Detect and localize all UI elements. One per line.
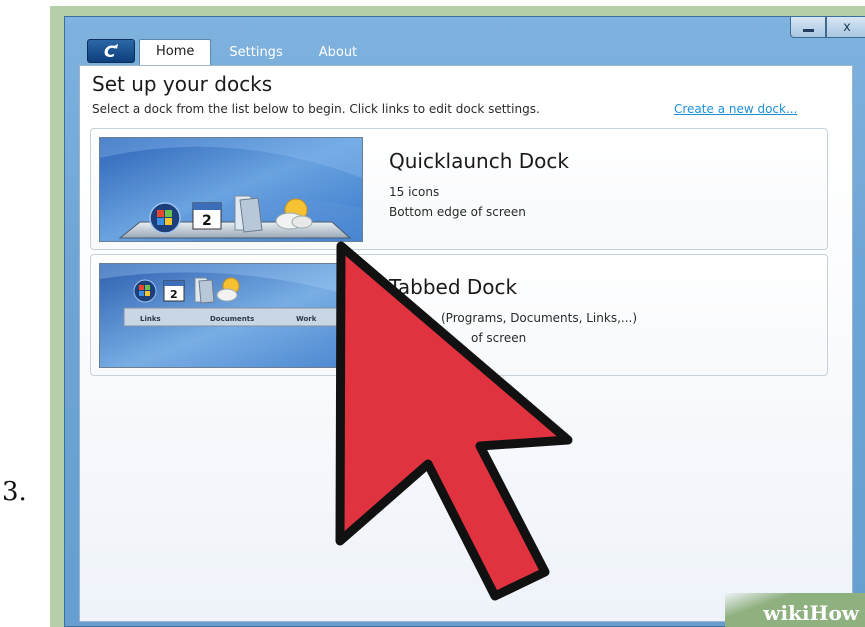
watermark-logo: wikiHow (763, 601, 859, 625)
windows-start-icon (133, 279, 157, 303)
thumb-tab-links: Links (140, 315, 161, 323)
thumb-tab-work: Work (296, 315, 317, 323)
svg-text:2: 2 (170, 288, 178, 301)
dock-position[interactable]: of screen (471, 331, 526, 345)
tab-bar: Home Settings About (139, 39, 375, 65)
dock-thumbnail-quicklaunch[interactable]: 2 (99, 137, 363, 242)
minimize-button[interactable] (790, 17, 826, 38)
minimize-icon (802, 28, 814, 32)
calendar-icon: 2 (163, 280, 185, 302)
window-controls: x (790, 17, 865, 38)
svg-text:C: C (104, 42, 116, 60)
screenshot-frame: x C Home Settings About Set up your dock… (50, 6, 865, 627)
thumb-tab-documents: Documents (210, 315, 254, 323)
app-window: x C Home Settings About Set up your dock… (64, 16, 865, 627)
tab-settings[interactable]: Settings (211, 41, 300, 65)
watermark-part2: How (809, 601, 859, 625)
main-panel: Set up your docks Select a dock from the… (79, 65, 853, 622)
close-button[interactable]: x (826, 17, 865, 38)
dock-tab-list[interactable]: (Programs, Documents, Links,...) (441, 311, 637, 325)
app-logo-button[interactable]: C (87, 39, 135, 63)
step-number: 3. (2, 477, 27, 507)
instructions-text: Select a dock from the list below to beg… (92, 102, 540, 116)
create-new-dock-link[interactable]: Create a new dock... (674, 102, 797, 116)
tab-about[interactable]: About (301, 41, 375, 65)
watermark-part1: wiki (763, 601, 810, 625)
watermark-background: wikiHow (725, 593, 865, 627)
page-title: Set up your docks (92, 72, 273, 96)
tab-home[interactable]: Home (139, 39, 212, 65)
windows-start-icon (149, 202, 181, 234)
dock-position[interactable]: Bottom edge of screen (389, 205, 526, 219)
dock-card-tabbed[interactable]: 2 Links Documents Work Tabbed Dock (Prog… (90, 254, 828, 376)
dock-name[interactable]: Tabbed Dock (389, 275, 517, 299)
app-logo-icon: C (104, 42, 118, 60)
dock-card-quicklaunch[interactable]: 2 Quicklaunch Dock 15 icons Bottom edge … (90, 128, 828, 250)
dock-thumbnail-tabbed[interactable]: 2 Links Documents Work (99, 263, 363, 368)
dock-name[interactable]: Quicklaunch Dock (389, 149, 569, 173)
documents-icon (234, 195, 263, 233)
dock-icon-count[interactable]: 15 icons (389, 185, 439, 199)
svg-text:2: 2 (202, 213, 212, 229)
close-icon: x (843, 19, 851, 35)
tabbed-preview-image: 2 Links Documents Work (100, 264, 362, 367)
calendar-icon: 2 (192, 202, 222, 230)
quicklaunch-preview-image: 2 (100, 138, 362, 241)
documents-icon (194, 277, 215, 304)
